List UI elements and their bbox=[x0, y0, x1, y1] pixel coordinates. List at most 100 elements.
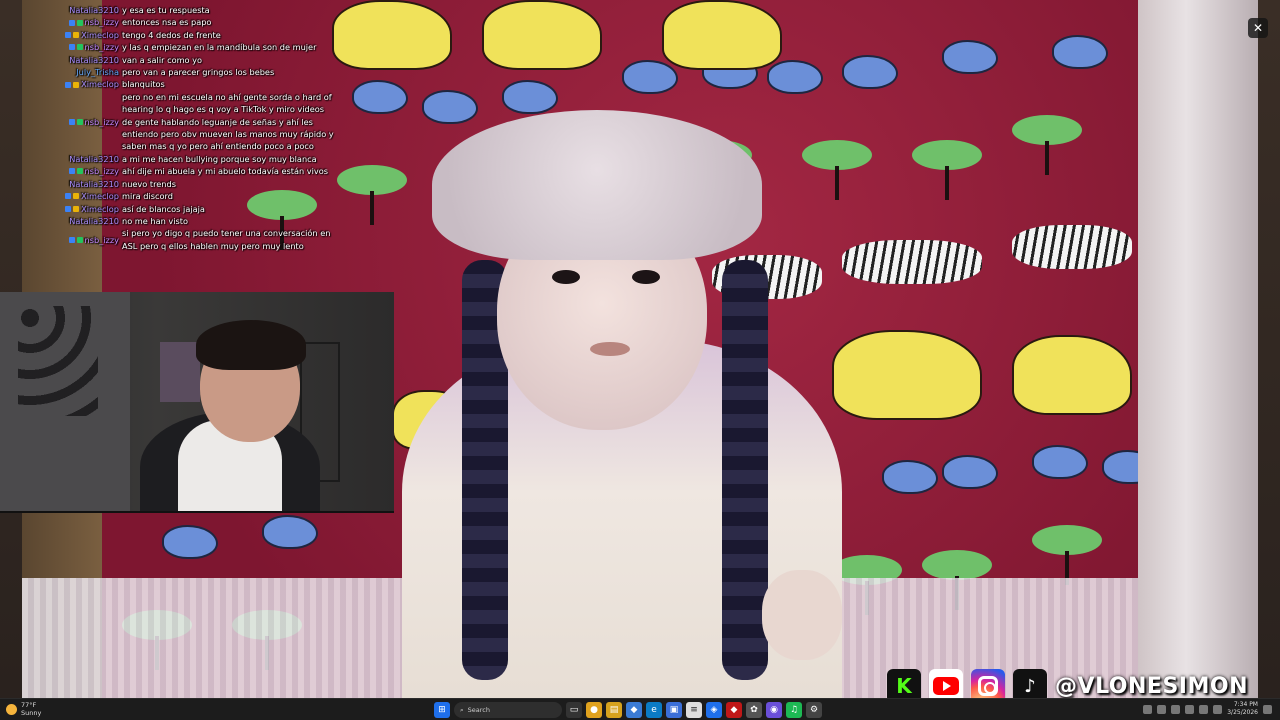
chat-username[interactable]: nsb_izzy bbox=[60, 227, 122, 252]
chat-username-text: Natalia3210 bbox=[69, 215, 119, 226]
chat-text: van a salir como yo bbox=[122, 54, 203, 65]
edge-icon[interactable]: e bbox=[646, 702, 662, 718]
tiktok-icon: ♪ bbox=[1013, 669, 1048, 698]
elephant-figure bbox=[1012, 335, 1132, 415]
bird-figure bbox=[162, 525, 218, 559]
chat-username[interactable]: Ximeclop bbox=[60, 78, 122, 90]
spotify-icon[interactable]: ♫ bbox=[786, 702, 802, 718]
chrome-icon[interactable]: ● bbox=[586, 702, 602, 718]
clock-time: 7:34 PM bbox=[1233, 701, 1258, 708]
chat-username-text: Natalia3210 bbox=[69, 5, 119, 15]
chat-message: Ximeclop blanquitos bbox=[60, 78, 340, 90]
clock[interactable]: 7:34 PM 3/25/2026 bbox=[1227, 701, 1258, 717]
baby-hand bbox=[762, 570, 842, 660]
elephant-figure bbox=[332, 0, 452, 70]
chat-badge-icon bbox=[73, 81, 80, 88]
chat-username-text: nsb_izzy bbox=[84, 17, 119, 28]
chat-text: así de blancos jajaja bbox=[122, 203, 205, 214]
chat-username-text: nsb_izzy bbox=[84, 234, 119, 245]
notification-bell-icon[interactable] bbox=[1263, 704, 1272, 714]
chat-text: nuevo trends bbox=[122, 178, 176, 189]
baby-eye-right bbox=[632, 270, 660, 284]
chat-badge-icon bbox=[68, 118, 75, 125]
kick-icon: K bbox=[887, 669, 922, 698]
wifi-icon[interactable] bbox=[1199, 704, 1209, 714]
chat-username-text: July_Trisha bbox=[76, 67, 119, 78]
hat-wall bbox=[18, 306, 98, 416]
obs-icon[interactable]: ◉ bbox=[766, 702, 782, 718]
photos-icon[interactable]: ◆ bbox=[626, 702, 642, 718]
file-explorer-icon[interactable]: ▤ bbox=[606, 702, 622, 718]
elephant-figure bbox=[662, 0, 782, 70]
chat-badge-icon bbox=[65, 32, 72, 39]
chat-text: y las q empiezan en la mandíbula son de … bbox=[122, 42, 317, 53]
taskbar-search[interactable]: ⌕ Search bbox=[454, 702, 562, 718]
bird-figure bbox=[502, 80, 558, 114]
chat-badge-icon bbox=[73, 205, 80, 212]
microphone-icon[interactable] bbox=[1185, 704, 1195, 714]
zebra-figure bbox=[1012, 225, 1132, 269]
app-gray-icon[interactable]: ✿ bbox=[746, 702, 762, 718]
network-icon[interactable] bbox=[1171, 704, 1181, 714]
sun-icon bbox=[6, 703, 17, 715]
chat-username[interactable]: nsb_izzy bbox=[60, 91, 122, 153]
chat-message: Natalia3210 no me han visto bbox=[60, 215, 340, 227]
weather-widget[interactable]: 77°F Sunny bbox=[6, 701, 41, 717]
weather-desc: Sunny bbox=[21, 709, 42, 717]
dropbox-icon[interactable]: ◈ bbox=[706, 702, 722, 718]
photo-border-right bbox=[1138, 0, 1258, 698]
bird-figure bbox=[882, 460, 938, 494]
chat-username[interactable]: Natalia3210 bbox=[60, 54, 122, 66]
clock-date: 3/25/2026 bbox=[1227, 709, 1258, 716]
app-red-icon[interactable]: ◆ bbox=[726, 702, 742, 718]
chat-username[interactable]: Ximeclop bbox=[60, 203, 122, 215]
baby-figure bbox=[382, 110, 862, 698]
chat-badge-icon bbox=[76, 236, 83, 243]
chat-message: nsb_izzy entonces nsa es papo bbox=[60, 16, 340, 28]
chat-username[interactable]: nsb_izzy bbox=[60, 16, 122, 28]
chat-text: pero van a parecer gringos los bebes bbox=[122, 67, 275, 78]
store-icon[interactable]: ▣ bbox=[666, 702, 682, 718]
chat-username[interactable]: July_Trisha bbox=[60, 66, 122, 78]
bird-figure bbox=[942, 40, 998, 74]
chat-badge-icon bbox=[65, 205, 72, 212]
taskbar: 77°F Sunny ⊞ ⌕ Search ▭ ● ▤ ◆ e ▣ ≡ ◈ ◆ … bbox=[0, 698, 1280, 720]
close-button[interactable]: ✕ bbox=[1248, 18, 1268, 38]
chevron-up-icon[interactable] bbox=[1143, 704, 1153, 714]
steam-icon[interactable]: ⚙ bbox=[806, 702, 822, 718]
task-view-icon[interactable]: ▭ bbox=[566, 702, 582, 718]
chat-username[interactable]: Ximeclop bbox=[60, 190, 122, 202]
chat-message: Natalia3210 nuevo trends bbox=[60, 178, 340, 190]
youtube-icon bbox=[929, 669, 964, 698]
chat-username[interactable]: nsb_izzy bbox=[60, 165, 122, 177]
tree-figure bbox=[1012, 115, 1082, 175]
chat-badge-icon bbox=[65, 81, 72, 88]
chat-username-text: Ximeclop bbox=[81, 191, 119, 202]
chat-username[interactable]: Natalia3210 bbox=[60, 153, 122, 165]
chat-username[interactable]: Natalia3210 bbox=[60, 215, 122, 227]
chat-message: nsb_izzy ahí dije mi abuela y mi abuelo t… bbox=[60, 165, 340, 177]
chat-username-text: nsb_izzy bbox=[84, 116, 119, 127]
notepad-icon[interactable]: ≡ bbox=[686, 702, 702, 718]
chat-text: mira discord bbox=[122, 191, 173, 202]
chat-username[interactable]: Natalia3210 bbox=[60, 4, 122, 16]
tree-figure bbox=[1032, 525, 1102, 585]
baby-mouth bbox=[590, 342, 630, 356]
start-icon[interactable]: ⊞ bbox=[434, 702, 450, 718]
chat-username-text: Ximeclop bbox=[81, 79, 119, 90]
social-bar: K ♪ @VLONESIMON bbox=[887, 668, 1248, 698]
chat-badge-icon bbox=[65, 193, 72, 200]
chat-username[interactable]: Ximeclop bbox=[60, 29, 122, 41]
app-tray-icon[interactable] bbox=[1157, 704, 1167, 714]
chat-username-text: Natalia3210 bbox=[69, 178, 119, 189]
bird-figure bbox=[1052, 35, 1108, 69]
chat-text: entonces nsa es papo bbox=[122, 17, 212, 28]
chat-message: Natalia3210 y esa es tu respuesta bbox=[60, 4, 340, 16]
chat-message: Ximeclop tengo 4 dedos de frente bbox=[60, 29, 340, 41]
volume-icon[interactable] bbox=[1213, 704, 1223, 714]
chat-text: blanquitos bbox=[122, 79, 165, 90]
chat-username[interactable]: Natalia3210 bbox=[60, 178, 122, 190]
stream-scene: Natalia3210 y esa es tu respuesta nsb_izzy… bbox=[0, 0, 1280, 698]
chat-username[interactable]: nsb_izzy bbox=[60, 41, 122, 53]
chat-badge-icon bbox=[76, 118, 83, 125]
